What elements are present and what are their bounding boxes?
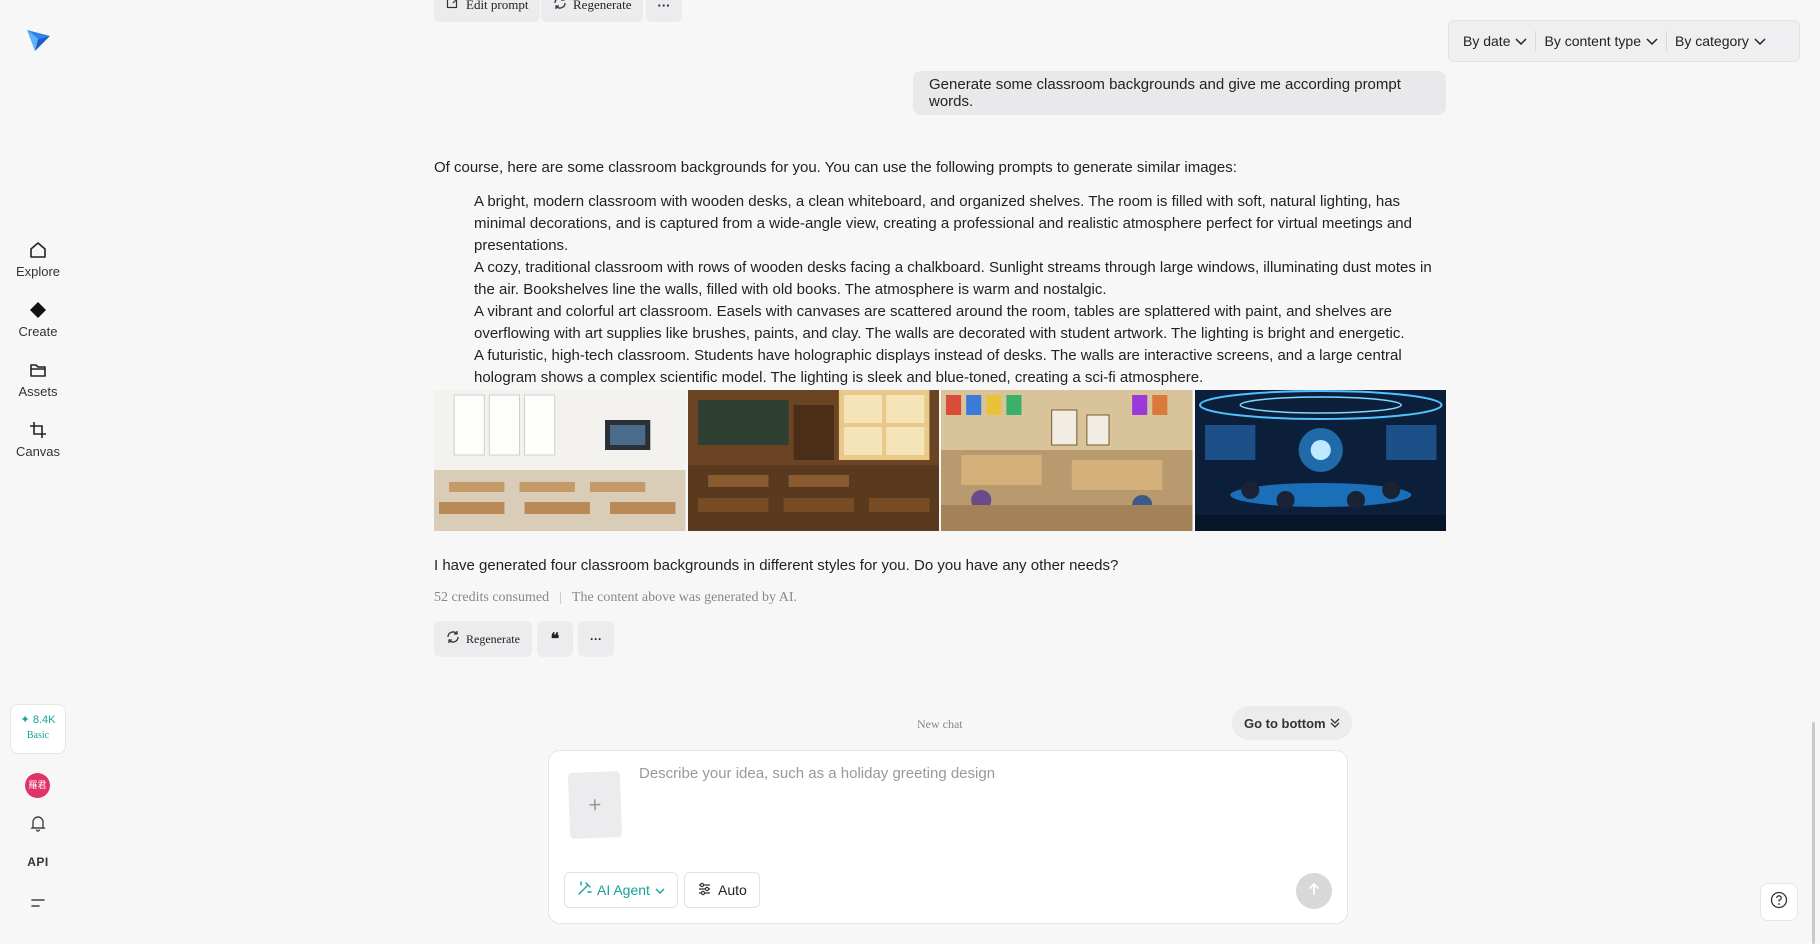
sidebar-item-label: Canvas	[15, 444, 61, 459]
chevron-down-icon	[1515, 33, 1528, 49]
filter-label: By content type	[1544, 33, 1641, 49]
more-icon: ···	[657, 0, 671, 13]
avatar[interactable]: 羅君	[25, 773, 50, 798]
image-modern-classroom[interactable]	[434, 390, 686, 531]
regenerate-top-button[interactable]: Regenerate	[541, 0, 644, 22]
prompt-item: A vibrant and colorful art classroom. Ea…	[474, 303, 1405, 342]
go-bottom-label: Go to bottom	[1244, 715, 1326, 731]
regenerate-label: Regenerate	[466, 631, 520, 646]
edit-prompt-label: Edit prompt	[466, 0, 529, 12]
user-message-text: Generate some classroom backgrounds and …	[929, 76, 1401, 110]
scrollbar[interactable]	[1812, 722, 1815, 944]
folder-icon	[0, 360, 76, 380]
filter-bar: By date By content type By category	[1448, 20, 1800, 62]
sidebar-item-label: Create	[18, 324, 58, 339]
sidebar-item-canvas[interactable]: Canvas	[0, 420, 76, 459]
ai-agent-label: AI Agent	[597, 882, 650, 898]
sidebar-item-explore[interactable]: Explore	[0, 240, 76, 279]
credits-consumed: 52 credits consumed	[434, 590, 550, 605]
more-button[interactable]: ···	[577, 621, 614, 657]
sidebar-item-assets[interactable]: Assets	[0, 360, 76, 399]
sidebar: Explore Create Assets Canvas ✦ 8.4K Basi…	[0, 0, 76, 944]
collapse-menu-icon[interactable]	[26, 891, 50, 915]
filter-label: By category	[1675, 33, 1749, 49]
refresh-icon	[553, 0, 567, 14]
regenerate-label: Regenerate	[573, 0, 632, 12]
ai-agent-dropdown[interactable]: AI Agent	[564, 872, 678, 908]
regenerate-button[interactable]: Regenerate	[434, 621, 532, 657]
double-chevron-down-icon	[1330, 716, 1340, 731]
help-button[interactable]	[1760, 883, 1798, 921]
crop-icon	[0, 420, 76, 440]
response-actions: Regenerate ❝ ···	[434, 621, 614, 657]
quote-button[interactable]: ❝	[536, 621, 573, 657]
sidebar-item-label: Explore	[15, 264, 61, 279]
api-link[interactable]: API	[18, 855, 58, 869]
meta-divider: |	[559, 590, 562, 605]
sidebar-item-label: Assets	[18, 384, 58, 399]
edit-icon	[446, 0, 460, 14]
plan-label: Basic	[26, 730, 50, 741]
go-to-bottom-button[interactable]: Go to bottom	[1232, 706, 1352, 740]
quote-icon: ❝	[550, 631, 560, 648]
chevron-down-icon	[655, 882, 665, 898]
more-top-button[interactable]: ···	[646, 0, 682, 22]
plus-icon: +	[588, 791, 602, 818]
diamond-icon	[0, 300, 76, 320]
more-icon: ···	[589, 632, 602, 646]
image-futuristic-classroom[interactable]	[1194, 390, 1446, 531]
prompt-item: A futuristic, high-tech classroom. Stude…	[474, 347, 1402, 386]
assistant-followup-text: I have generated four classroom backgrou…	[434, 557, 1119, 574]
chevron-down-icon	[1754, 33, 1766, 49]
arrow-up-icon	[1307, 882, 1321, 901]
assistant-intro-text: Of course, here are some classroom backg…	[434, 159, 1237, 176]
refresh-icon	[446, 630, 460, 648]
prompt-list: A bright, modern classroom with wooden d…	[474, 191, 1444, 389]
response-meta: 52 credits consumed | The content above …	[434, 590, 797, 606]
composer: + AI Agent Auto	[548, 750, 1348, 924]
credits-amount: ✦ 8.4K	[20, 714, 56, 726]
generated-images	[434, 390, 1446, 531]
bell-icon[interactable]	[26, 811, 50, 835]
image-traditional-classroom[interactable]	[687, 390, 939, 531]
prompt-item: A bright, modern classroom with wooden d…	[474, 193, 1412, 254]
prompt-input[interactable]	[639, 765, 1319, 782]
paper-plane-logo-icon[interactable]	[24, 26, 52, 54]
chevron-down-icon	[1646, 33, 1658, 49]
upload-image-button[interactable]: +	[567, 771, 623, 839]
sliders-icon	[697, 881, 712, 899]
filter-by-date[interactable]: By date	[1455, 33, 1535, 49]
user-message-bubble: Generate some classroom backgrounds and …	[913, 71, 1446, 115]
mode-label: Auto	[718, 882, 747, 898]
question-mark-icon	[1770, 891, 1788, 914]
settings-auto-button[interactable]: Auto	[684, 872, 760, 908]
edit-prompt-button[interactable]: Edit prompt	[434, 0, 541, 22]
new-chat-link[interactable]: New chat	[917, 717, 963, 732]
image-art-classroom[interactable]	[941, 390, 1193, 531]
filter-label: By date	[1463, 33, 1511, 49]
credits-badge[interactable]: ✦ 8.4K Basic	[10, 704, 66, 754]
wand-icon	[577, 881, 592, 899]
filter-by-category[interactable]: By category	[1667, 33, 1774, 49]
prompt-item: A cozy, traditional classroom with rows …	[474, 259, 1432, 298]
send-button[interactable]	[1296, 873, 1332, 909]
home-icon	[0, 240, 76, 260]
sidebar-item-create[interactable]: Create	[0, 300, 76, 339]
filter-by-content-type[interactable]: By content type	[1536, 33, 1666, 49]
ai-notice: The content above was generated by AI.	[571, 590, 797, 605]
